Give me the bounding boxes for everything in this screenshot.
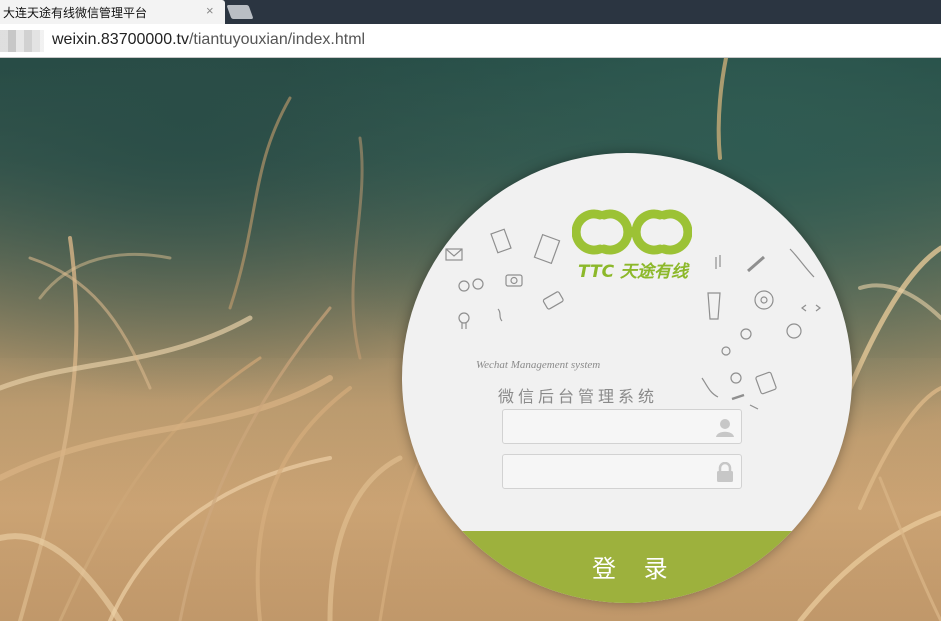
apple-icon [740, 328, 752, 340]
document-icon [490, 228, 512, 254]
cord-icon [701, 377, 719, 398]
address-bar[interactable]: weixin.83700000.tv/tiantuyouxian/index.h… [0, 24, 941, 58]
login-button-label: 登 录 [592, 555, 678, 583]
squiggle-icon [497, 308, 503, 322]
chrome-icon [754, 290, 774, 310]
html5-icon [707, 292, 721, 320]
password-input[interactable] [503, 455, 713, 490]
music-note-icon [715, 255, 721, 269]
phone-icon [542, 291, 564, 310]
bulb-icon [458, 312, 470, 324]
lock-icon [717, 462, 733, 482]
tab-title: 大连天途有线微信管理平台 [3, 6, 148, 20]
subtitle-english: Wechat Management system [476, 359, 601, 371]
url-host: weixin.83700000.tv [52, 31, 189, 48]
login-panel: TTC 天途有线 Wechat Management system 微信后台管理… [402, 153, 852, 603]
code-icon [801, 304, 821, 312]
camera-icon [505, 274, 523, 287]
username-input[interactable] [503, 410, 713, 445]
browser-tab[interactable]: 大连天途有线微信管理平台 × [0, 0, 225, 24]
login-button[interactable]: 登 录 [402, 531, 852, 603]
subtitle-chinese: 微信后台管理系统 [498, 387, 659, 406]
username-field[interactable] [502, 409, 742, 445]
cd-icon [730, 372, 742, 384]
glasses-icon [458, 280, 470, 292]
card-icon [755, 371, 777, 395]
android-icon [721, 346, 731, 356]
cable-icon [789, 248, 815, 278]
url-text[interactable]: weixin.83700000.tv/tiantuyouxian/index.h… [52, 31, 365, 49]
new-tab-button[interactable] [226, 5, 254, 19]
site-favicon-icon [0, 30, 44, 52]
small-pencil-icon [731, 393, 745, 401]
leaf-icon [749, 404, 759, 410]
brand-name: TTC 天途有线 [578, 262, 688, 282]
mail-icon-flap [445, 248, 463, 257]
browser-tab-bar: 大连天途有线微信管理平台 × [0, 0, 941, 24]
user-icon [716, 419, 734, 437]
close-tab-icon[interactable]: × [206, 3, 214, 19]
url-path: /tiantuyouxian/index.html [188, 31, 366, 48]
password-field[interactable] [502, 454, 742, 490]
mushroom-icon [786, 323, 802, 339]
tablet-icon [533, 233, 561, 265]
pencil-icon [747, 255, 765, 273]
